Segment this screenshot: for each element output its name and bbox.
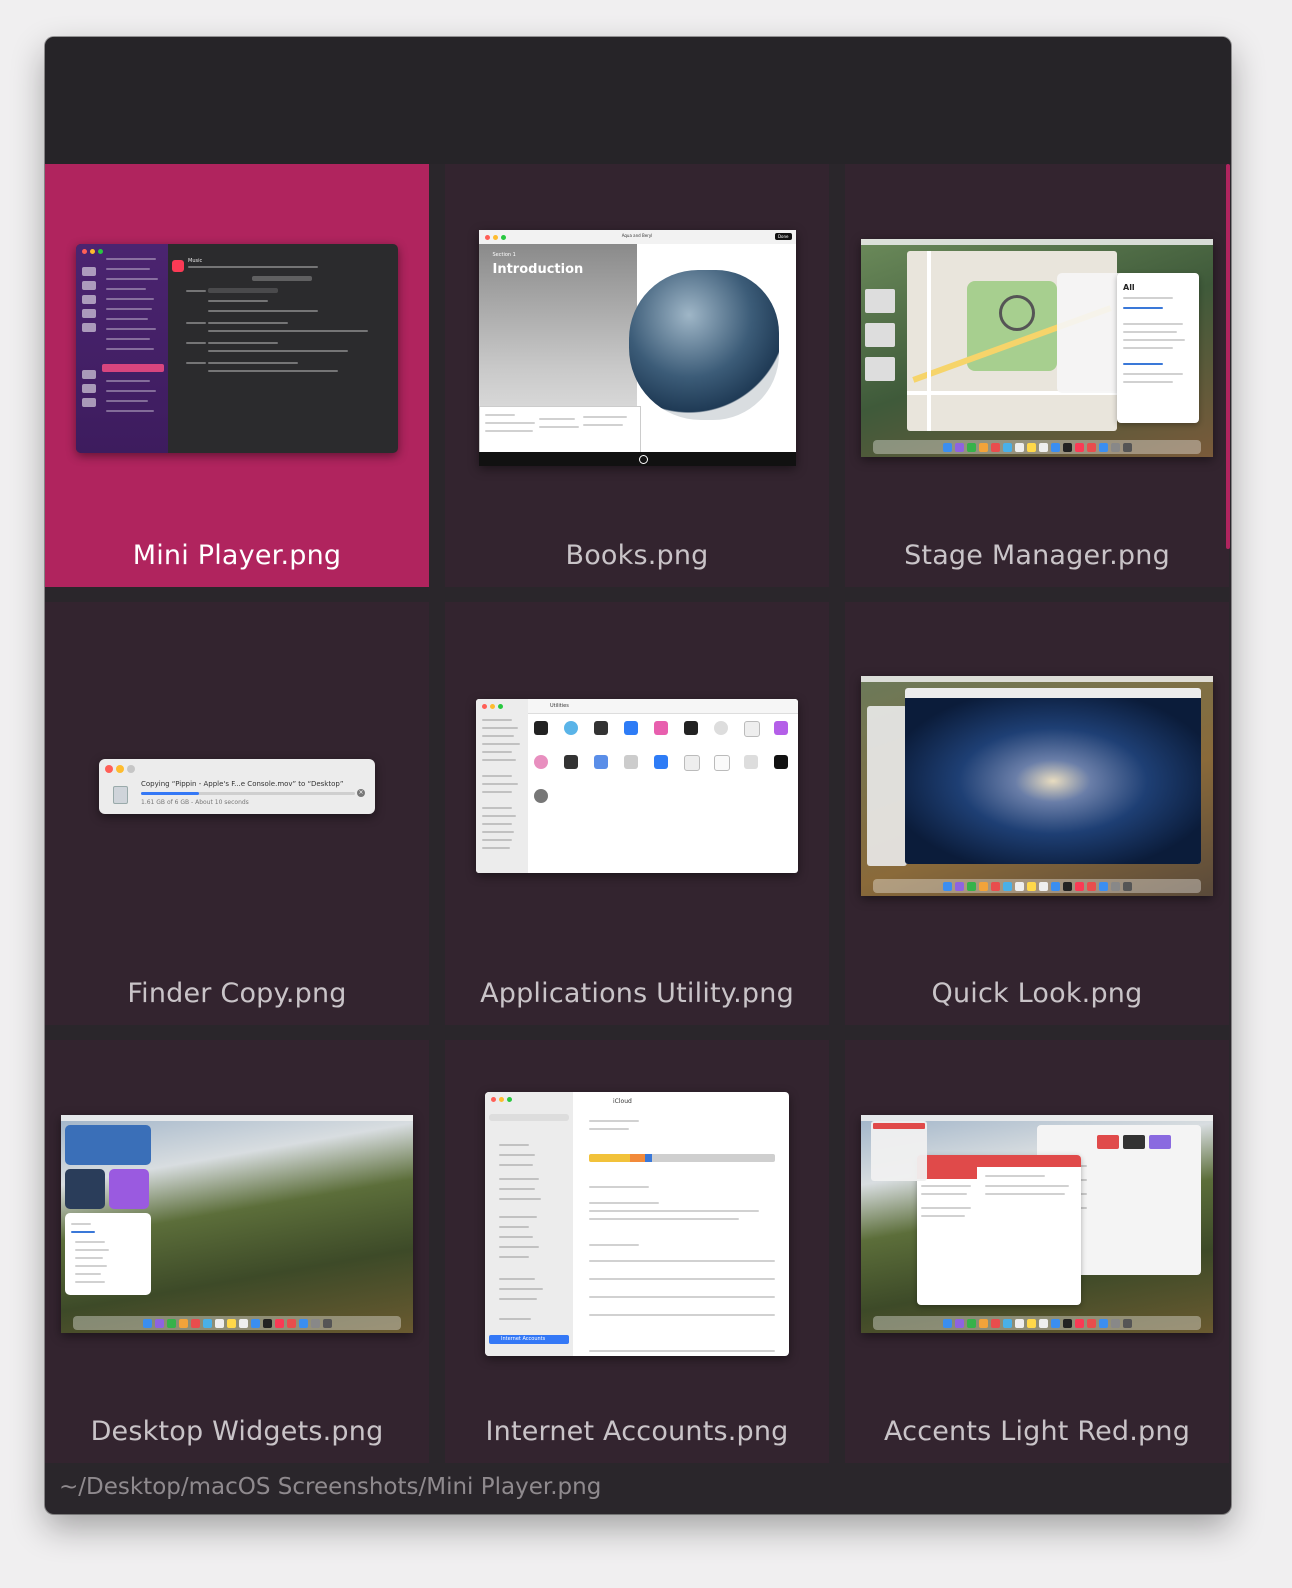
books-preview: Aqua and Beryl Done Section 1 Introducti…: [478, 230, 796, 466]
copy-message: Copying “Pippin - Apple's F...e Console.…: [141, 779, 344, 788]
internet-accounts-preview: iCloud Internet Accounts: [485, 1092, 789, 1356]
dock: [873, 1316, 1201, 1330]
mini-player-preview: Music: [76, 243, 398, 453]
title-bar: [45, 37, 1231, 164]
quick-look-browser-window: Music Mini Player.png Aqua and Beryl Don…: [45, 37, 1231, 1514]
mail-window: [917, 1155, 1081, 1305]
tile-internet-accounts[interactable]: iCloud Internet Accounts Internet Accoun…: [445, 1040, 829, 1463]
chapter-heading: Introduction: [492, 262, 584, 277]
dock: [73, 1316, 401, 1330]
file-name-label: Mini Player.png: [132, 540, 342, 571]
reminders-list-title: All: [1123, 283, 1135, 292]
tile-quick-look[interactable]: Quick Look.png: [845, 602, 1229, 1025]
galaxy-preview-window: [905, 688, 1201, 864]
copy-progress-text: 1.61 GB of 6 GB - About 10 seconds: [141, 798, 249, 806]
tile-books[interactable]: Aqua and Beryl Done Section 1 Introducti…: [445, 164, 829, 587]
news-widget: [65, 1169, 105, 1209]
file-name-label: Books.png: [565, 540, 709, 571]
folder-title: Utilities: [550, 703, 569, 709]
thumbnail: Utilities: [461, 668, 813, 904]
thumbnail: Music: [61, 230, 413, 466]
file-name-label: Stage Manager.png: [904, 540, 1170, 571]
thumbnail: [861, 668, 1213, 904]
window-controls: [105, 764, 135, 773]
cancel-copy-icon[interactable]: ×: [357, 788, 365, 797]
file-name-label: Applications Utility.png: [480, 978, 794, 1009]
file-name-label: Quick Look.png: [931, 978, 1143, 1009]
tile-accents-light-red[interactable]: Accents Light Red.png: [845, 1040, 1229, 1463]
file-name-label: Desktop Widgets.png: [90, 1416, 384, 1447]
finder-menu: [871, 1121, 927, 1181]
tile-mini-player[interactable]: Music Mini Player.png: [45, 164, 429, 587]
thumbnail: Aqua and Beryl Done Section 1 Introducti…: [461, 230, 813, 466]
dock: [873, 879, 1201, 893]
section-label: Section 1: [492, 252, 516, 258]
tile-desktop-widgets[interactable]: Desktop Widgets.png: [45, 1040, 429, 1463]
reminders-widget: [65, 1213, 151, 1295]
mini-player-pane-title: Music: [188, 257, 203, 264]
pane-title: iCloud: [613, 1098, 632, 1105]
tile-applications-utility[interactable]: Utilities Applications Utility.png: [445, 602, 829, 1025]
tile-stage-manager[interactable]: All Stage Manager.png: [845, 164, 1229, 587]
music-app-icon: [172, 259, 184, 272]
book-title: Aqua and Beryl: [621, 233, 653, 238]
file-name-label: Finder Copy.png: [127, 978, 347, 1009]
thumbnail-grid: Music Mini Player.png Aqua and Beryl Don…: [45, 164, 1231, 1464]
quick-look-preview: [861, 676, 1213, 896]
file-icon: [113, 785, 128, 804]
weather-widget: [65, 1125, 151, 1165]
window-controls: [82, 248, 103, 254]
thumbnail: All: [861, 230, 1213, 466]
sidebar-item-internet-accounts[interactable]: Internet Accounts: [489, 1335, 569, 1344]
dock: [873, 440, 1201, 454]
done-button[interactable]: Done: [774, 233, 792, 240]
window-controls: [491, 1097, 512, 1102]
copy-progress-fill: [141, 791, 199, 795]
scrollbar[interactable]: [1226, 164, 1230, 549]
reminders-window: All: [1117, 273, 1199, 423]
accents-light-red-preview: [861, 1115, 1213, 1333]
photos-widget: [109, 1169, 149, 1209]
copy-progress-track: [141, 791, 355, 795]
thumbnail: Copying “Pippin - Apple's F...e Console.…: [61, 668, 413, 904]
finder-copy-preview: Copying “Pippin - Apple's F...e Console.…: [99, 758, 375, 814]
thumbnail: [61, 1106, 413, 1342]
applications-utility-preview: Utilities: [476, 699, 798, 873]
thumbnail: iCloud Internet Accounts: [461, 1092, 813, 1356]
stage-manager-preview: All: [861, 239, 1213, 457]
window-controls: [482, 704, 503, 709]
file-path-bar: ~/Desktop/macOS Screenshots/Mini Player.…: [59, 1474, 602, 1500]
file-name-label: Internet Accounts.png: [485, 1416, 789, 1447]
imac-image: [628, 270, 779, 420]
file-name-label: Accents Light Red.png: [883, 1416, 1191, 1447]
thumbnail: [861, 1106, 1213, 1342]
desktop-widgets-preview: [61, 1115, 413, 1333]
tile-finder-copy[interactable]: Copying “Pippin - Apple's F...e Console.…: [45, 602, 429, 1025]
